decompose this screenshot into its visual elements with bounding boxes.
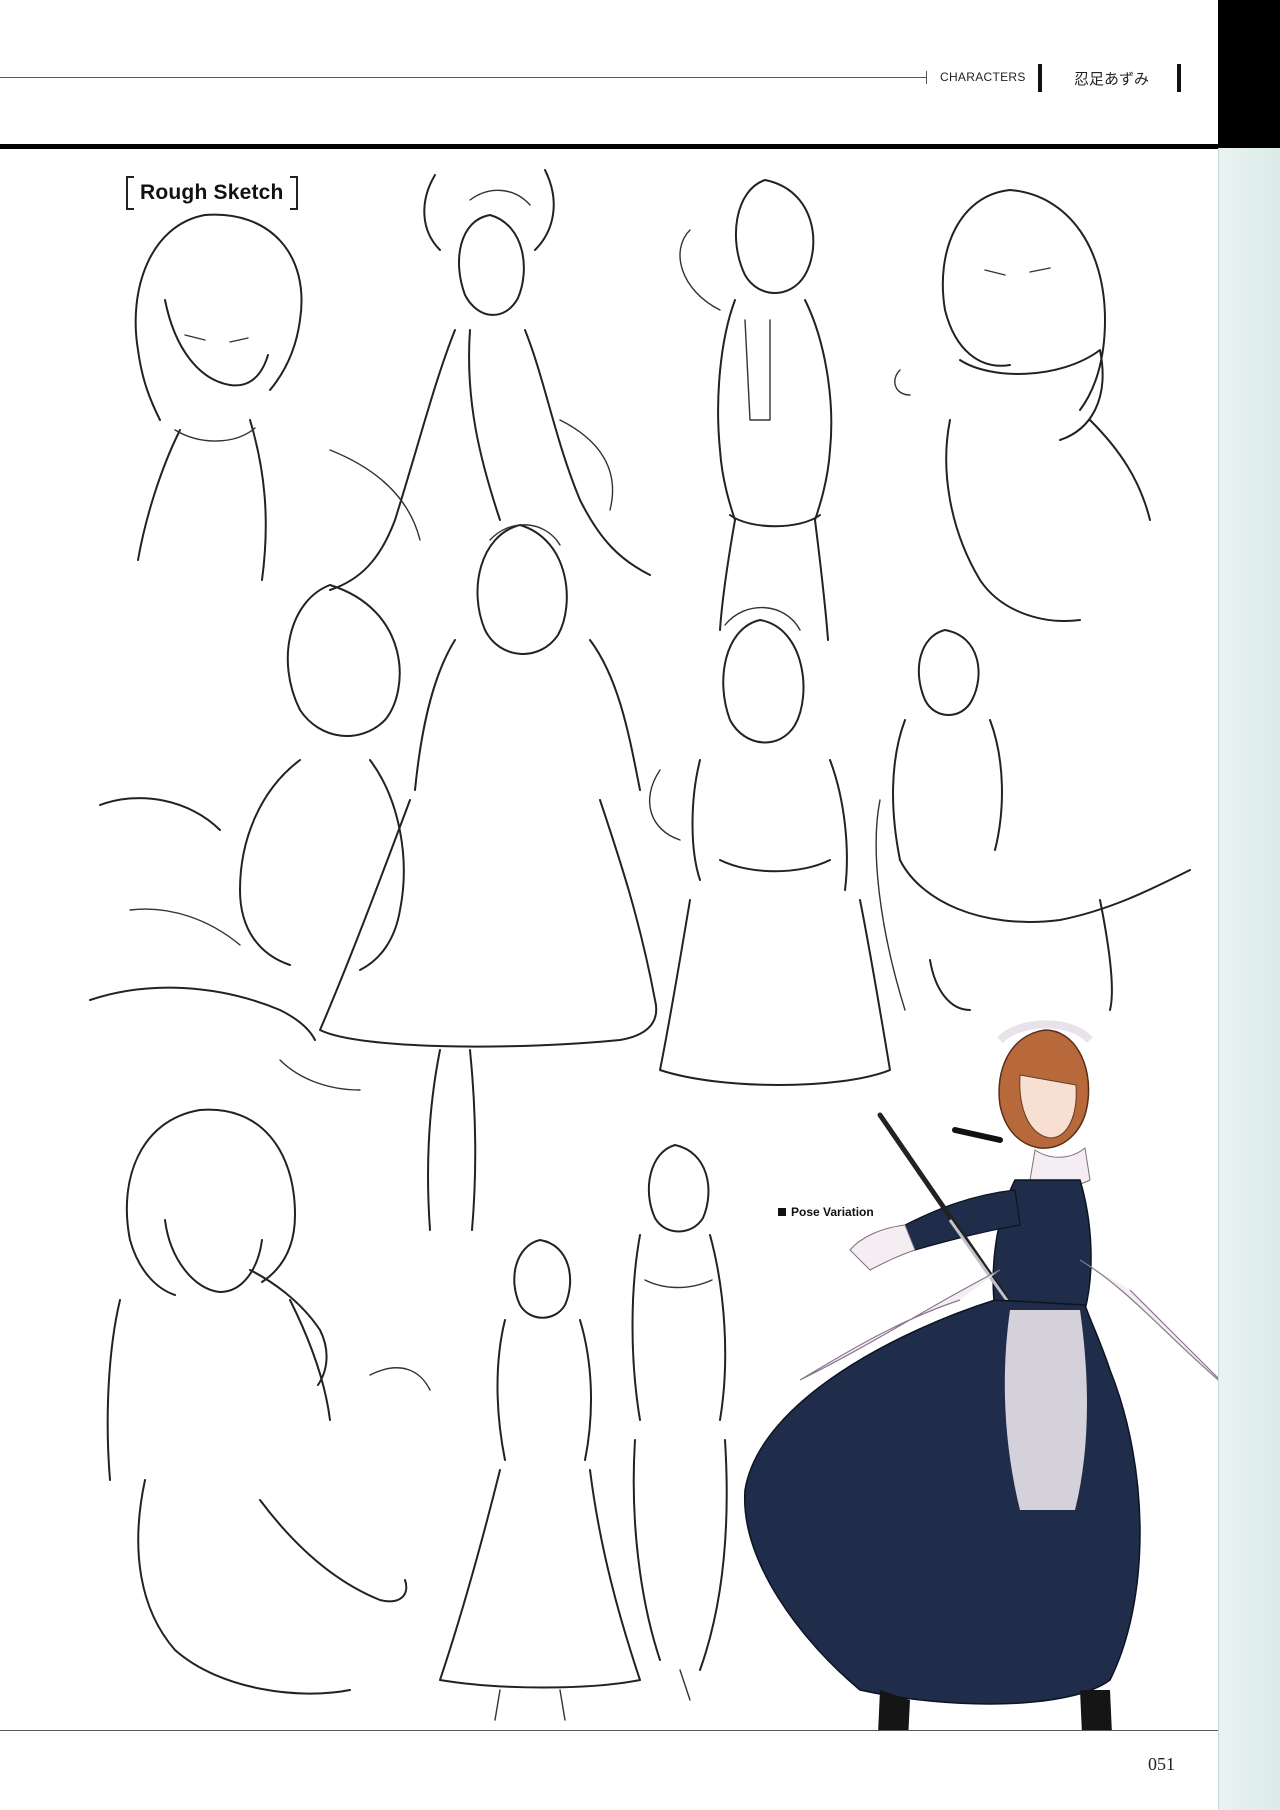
sketch-seated-maid-right [875,629,1191,1011]
sketch-arms-crossed-maid [649,606,891,1086]
sketch-back-view [89,584,405,1041]
sketch-standing-girl [631,1144,728,1701]
maid-color-illustration [744,1020,1218,1730]
pose-variation-label: Pose Variation [778,1205,874,1219]
side-strip-edge [1218,148,1219,1810]
bullet-square-icon [778,1208,786,1216]
page-number: 051 [1148,1754,1175,1774]
sketch-artwork [89,169,1218,1730]
sketch-small-maid [439,1239,641,1721]
sketch-girl-with-cat [106,1108,431,1695]
side-strip [1218,148,1280,1810]
sketch-seated-maid [279,524,658,1231]
sketch-towel-figure [679,179,833,641]
footer-rule [0,1730,1218,1731]
corner-tab [1218,0,1280,148]
sketch-scarf-figure [894,189,1151,622]
sketch-maid-arms-up [329,169,651,591]
pose-variation-text: Pose Variation [791,1205,874,1219]
sketch-bust-left [134,213,303,581]
